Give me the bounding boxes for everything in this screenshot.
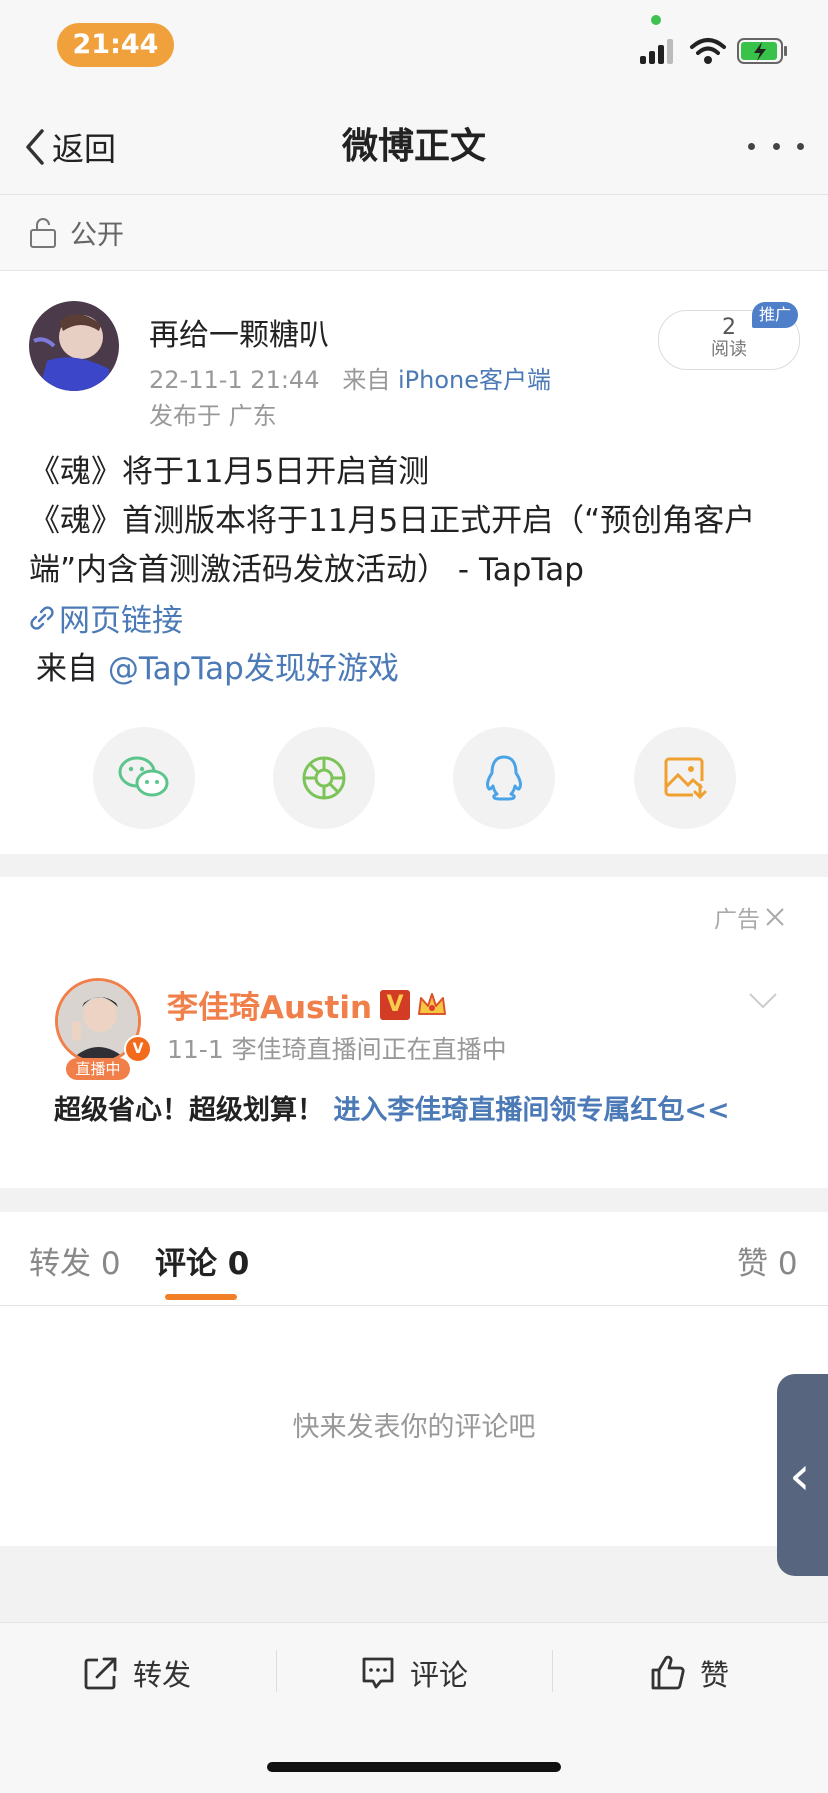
unlock-icon: [30, 217, 56, 248]
mention-link[interactable]: @TapTap发现好游戏: [108, 651, 399, 687]
interaction-tabs: [0, 1212, 828, 1306]
post-source-link[interactable]: iPhone客户端: [398, 366, 551, 394]
more-dot-icon: [748, 142, 755, 150]
ad-live-link[interactable]: 进入李佳琦直播间领专属红包<<: [333, 1095, 729, 1126]
battery-charging-icon: [737, 38, 787, 64]
avatar-image: [29, 301, 119, 391]
share-moments-button[interactable]: [273, 727, 375, 829]
verified-badge: V: [124, 1035, 152, 1063]
privacy-indicator-dot: [651, 15, 661, 25]
crown-icon: [418, 992, 447, 1015]
live-tag: 直播中: [66, 1058, 130, 1080]
repost-button[interactable]: 转发: [83, 1650, 191, 1696]
ad-account-name[interactable]: 李佳琦Austin V: [167, 982, 448, 1027]
ad-label: 广告: [714, 907, 760, 933]
wifi-icon: [690, 38, 726, 64]
web-link[interactable]: 网页链接: [29, 595, 183, 640]
web-link-label: 网页链接: [59, 603, 183, 639]
active-tab-indicator: [165, 1294, 237, 1300]
chevron-down-icon[interactable]: [748, 992, 778, 1010]
more-dot-icon: [797, 142, 804, 150]
read-label: 阅读: [711, 339, 747, 360]
author-avatar[interactable]: [29, 301, 119, 391]
empty-comments-text: 快来发表你的评论吧: [292, 1412, 536, 1443]
ad-text: 超级省心！超级划算！ 进入李佳琦直播间领专属红包<<: [54, 1088, 730, 1127]
from-prefix: 来自: [342, 366, 391, 394]
divider: [276, 1650, 277, 1692]
back-button[interactable]: 返回: [22, 122, 116, 172]
from-account-line: 来自 @TapTap发现好游戏: [36, 643, 399, 688]
visibility-label: 公开: [70, 220, 124, 251]
chevron-left-icon: [26, 129, 44, 165]
divider: [552, 1650, 553, 1692]
post-body-line: 《魂》首测版本将于11月5日正式开启（“预创角客户端”内含首测激活码发放活动） …: [29, 503, 756, 588]
like-label: 赞: [700, 1658, 730, 1692]
status-time: 21:44: [57, 23, 174, 67]
save-image-button[interactable]: [634, 727, 736, 829]
wechat-icon: [118, 756, 169, 797]
ad-close-button[interactable]: 广告: [714, 900, 786, 934]
save-image-icon: [664, 757, 707, 800]
back-label: 返回: [52, 130, 117, 168]
ad-name-text: 李佳琦Austin: [167, 990, 373, 1026]
comment-label: 评论: [410, 1658, 469, 1692]
post-date: 22-11-1 21:44: [149, 366, 320, 394]
repost-label: 转发: [133, 1658, 192, 1692]
side-drawer-handle[interactable]: ‹: [777, 1374, 828, 1576]
ad-slogan: 超级省心！超级划算！: [54, 1095, 324, 1126]
post-location: 发布于 广东: [149, 402, 277, 430]
moments-icon: [302, 756, 346, 800]
thumbs-up-icon: [651, 1655, 685, 1690]
post-body: 《魂》将于11月5日开启首测 《魂》首测版本将于11月5日正式开启（“预创角客户…: [29, 448, 804, 595]
tab-repost[interactable]: 转发 0: [29, 1238, 121, 1283]
vip-v-icon: V: [380, 989, 411, 1020]
more-dot-icon: [772, 142, 780, 150]
comment-icon: [362, 1657, 394, 1689]
navigation-bar: [0, 95, 828, 195]
post-body-line: 《魂》将于11月5日开启首测: [29, 454, 430, 490]
from-text: 来自: [36, 651, 98, 687]
share-qq-button[interactable]: [453, 727, 555, 829]
share-wechat-button[interactable]: [93, 727, 195, 829]
more-options-button[interactable]: [748, 128, 804, 164]
author-name[interactable]: 再给一颗糖叭: [149, 310, 329, 354]
close-icon: [766, 908, 784, 926]
home-indicator[interactable]: [267, 1762, 561, 1772]
link-icon: [30, 605, 54, 630]
post-meta: 22-11-1 21:44 来自 iPhone客户端: [149, 360, 551, 395]
visibility-row: 公开: [0, 195, 828, 271]
chevron-left-icon: ‹: [789, 1444, 811, 1507]
tab-comment[interactable]: 评论 0: [155, 1238, 249, 1283]
like-button[interactable]: 赞: [650, 1650, 729, 1696]
promote-badge[interactable]: 推广: [752, 302, 798, 328]
comment-button[interactable]: 评论: [360, 1650, 468, 1696]
cellular-signal-icon: [640, 39, 673, 64]
qq-icon: [486, 755, 522, 801]
share-arrow-icon: [84, 1657, 117, 1690]
ad-meta: 11-1 李佳琦直播间正在直播中: [167, 1035, 507, 1064]
tab-like[interactable]: 赞 0: [737, 1238, 798, 1283]
